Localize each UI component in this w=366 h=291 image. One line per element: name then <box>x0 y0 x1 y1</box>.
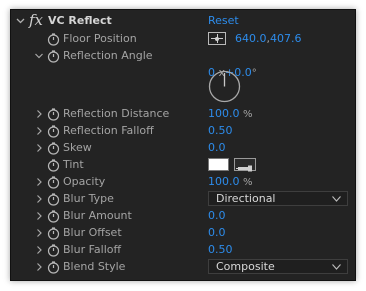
stopwatch-icon[interactable] <box>47 108 60 121</box>
property-opacity: Opacity 100.0 % <box>11 174 355 191</box>
chevron-right-icon[interactable] <box>35 126 43 136</box>
property-label: Blur Falloff <box>63 243 122 256</box>
value-unit: % <box>243 109 253 120</box>
opacity-value: 100.0 % <box>208 175 253 188</box>
chevron-right-icon[interactable] <box>35 143 43 153</box>
fx-toggle[interactable]: fx <box>29 11 43 29</box>
property-reflection-falloff: Reflection Falloff 0.50 <box>11 123 355 140</box>
reflection-angle-value-row: 0 x+0.0° <box>11 65 355 82</box>
stopwatch-icon[interactable] <box>47 193 60 206</box>
property-label: Reflection Falloff <box>63 124 154 137</box>
property-blur-type: Blur Type Directional <box>11 191 355 208</box>
property-label: Blur Offset <box>63 226 122 239</box>
reflection-distance-value: 100.0 % <box>208 107 253 120</box>
stopwatch-icon[interactable] <box>47 244 60 257</box>
effect-header[interactable]: fx VC Reflect Reset <box>11 11 355 30</box>
angle-unit: ° <box>251 68 257 79</box>
property-floor-position: Floor Position 640.0,407.6 <box>11 31 355 48</box>
property-label: Reflection Distance <box>63 107 170 120</box>
effect-title: VC Reflect <box>48 14 112 27</box>
stopwatch-icon[interactable] <box>47 142 60 155</box>
chevron-right-icon[interactable] <box>35 262 43 272</box>
chevron-down-icon <box>332 196 341 202</box>
skew-value[interactable]: 0.0 <box>208 141 226 154</box>
property-blur-amount: Blur Amount 0.0 <box>11 208 355 225</box>
property-label: Blur Type <box>63 192 114 205</box>
property-label: Floor Position <box>63 32 137 45</box>
property-label: Blend Style <box>63 260 126 273</box>
property-label: Opacity <box>63 175 106 188</box>
crosshair-icon[interactable] <box>208 32 226 45</box>
property-tint: Tint <box>11 157 355 174</box>
blend-style-dropdown[interactable]: Composite <box>208 259 348 274</box>
floor-position-x[interactable]: 640.0 <box>235 32 267 45</box>
property-blend-style: Blend Style Composite <box>11 259 355 276</box>
stopwatch-icon[interactable] <box>47 33 60 46</box>
effect-controls-panel: fx VC Reflect Reset Floor Position 640.0… <box>10 9 356 281</box>
property-blur-falloff: Blur Falloff 0.50 <box>11 242 355 259</box>
property-label: Skew <box>63 141 92 154</box>
property-blur-offset: Blur Offset 0.0 <box>11 225 355 242</box>
blur-type-dropdown[interactable]: Directional <box>208 191 348 206</box>
stopwatch-icon[interactable] <box>47 176 60 189</box>
value-unit: % <box>243 177 253 188</box>
eyedropper-icon[interactable] <box>234 158 256 172</box>
stopwatch-icon[interactable] <box>47 125 60 138</box>
angle-dial[interactable] <box>208 70 241 103</box>
chevron-right-icon[interactable] <box>35 194 43 204</box>
property-label: Reflection Angle <box>63 49 153 62</box>
property-reflection-distance: Reflection Distance 100.0 % <box>11 106 355 123</box>
blur-amount-value[interactable]: 0.0 <box>208 209 226 222</box>
chevron-down-icon[interactable] <box>16 16 25 25</box>
property-skew: Skew 0.0 <box>11 140 355 157</box>
stopwatch-icon[interactable] <box>47 227 60 240</box>
chevron-right-icon[interactable] <box>35 211 43 221</box>
property-label: Blur Amount <box>63 209 132 222</box>
stopwatch-icon[interactable] <box>47 210 60 223</box>
reflection-falloff-value[interactable]: 0.50 <box>208 124 233 137</box>
chevron-right-icon[interactable] <box>35 245 43 255</box>
stopwatch-icon[interactable] <box>47 50 60 63</box>
blur-falloff-value[interactable]: 0.50 <box>208 243 233 256</box>
floor-position-y[interactable]: 407.6 <box>270 32 302 45</box>
blur-offset-value[interactable]: 0.0 <box>208 226 226 239</box>
value-number[interactable]: 100.0 <box>208 107 240 120</box>
stopwatch-icon[interactable] <box>47 261 60 274</box>
value-number[interactable]: 100.0 <box>208 175 240 188</box>
chevron-right-icon[interactable] <box>35 228 43 238</box>
chevron-down-icon <box>332 264 341 270</box>
tint-color-swatch[interactable] <box>208 158 229 171</box>
reset-button[interactable]: Reset <box>208 14 239 27</box>
dropdown-selected: Directional <box>216 192 276 205</box>
floor-position-values: 640.0,407.6 <box>235 32 302 45</box>
chevron-down-icon[interactable] <box>35 51 43 61</box>
dropdown-selected: Composite <box>216 260 275 273</box>
stopwatch-icon[interactable] <box>47 159 60 172</box>
property-reflection-angle: Reflection Angle <box>11 48 355 65</box>
chevron-right-icon[interactable] <box>35 177 43 187</box>
property-label: Tint <box>63 158 84 171</box>
chevron-right-icon[interactable] <box>35 109 43 119</box>
